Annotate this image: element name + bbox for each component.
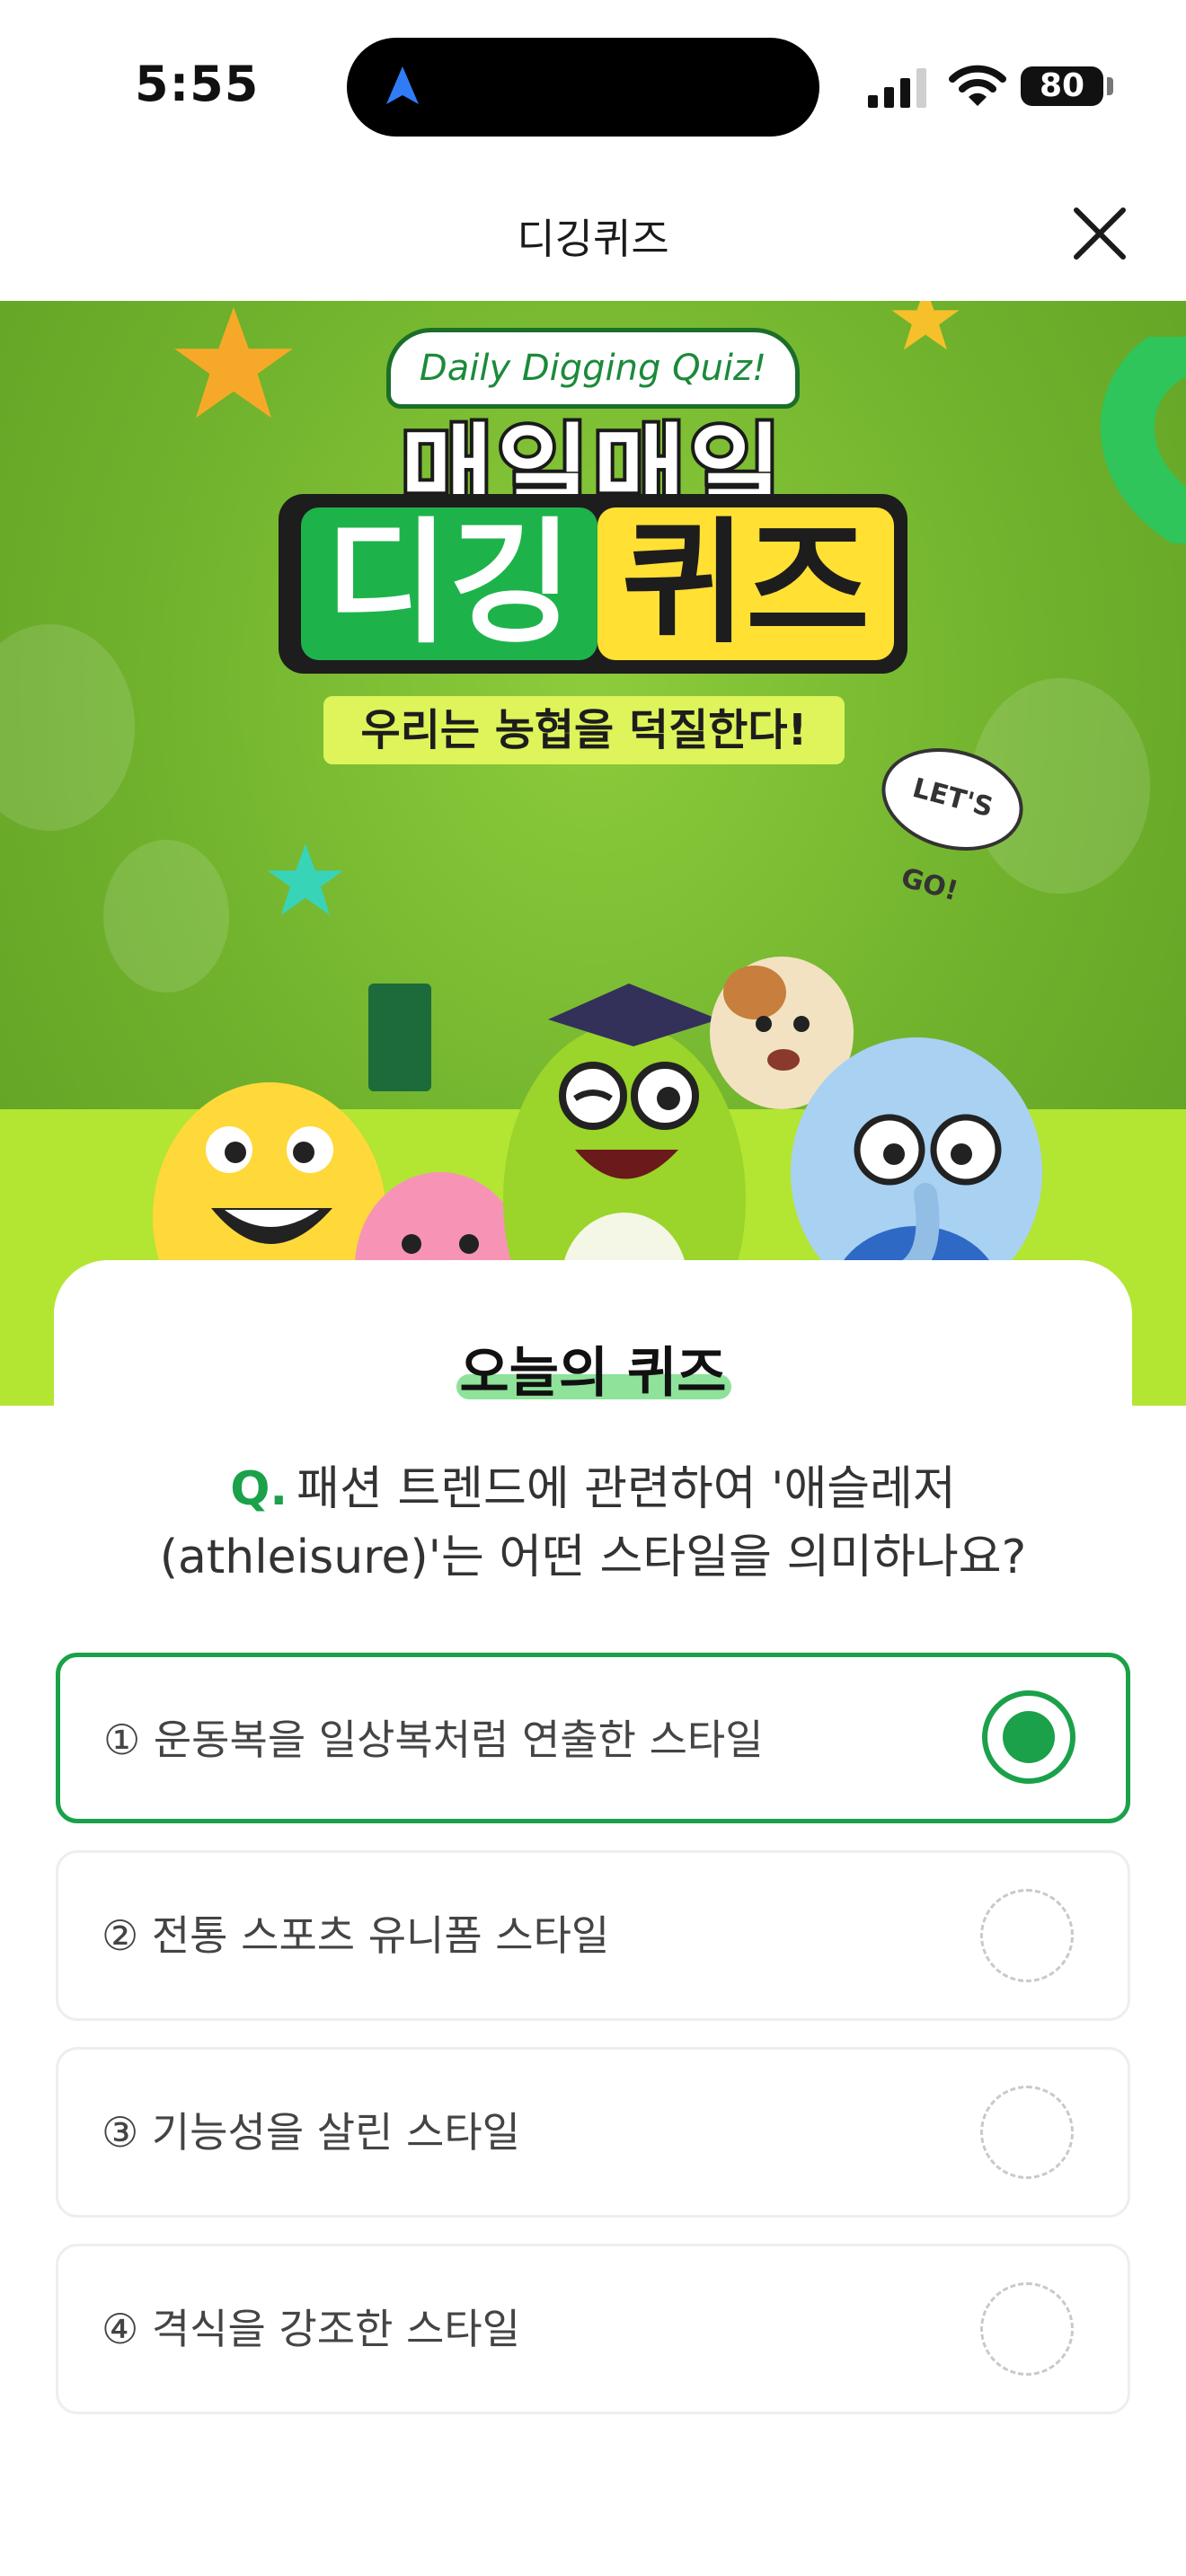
quiz-question: Q. 패션 트렌드에 관련하여 '애슬레저 (athleisure)'는 어떤 스…: [108, 1455, 1078, 1592]
answer-option-1[interactable]: ① 운동복을 일상복처럼 연출한 스타일: [56, 1653, 1130, 1823]
quiz-heading: 오늘의 퀴즈: [459, 1342, 727, 1405]
radio-selected-icon[interactable]: [982, 1690, 1075, 1784]
battery-indicator: 80: [1021, 66, 1103, 106]
app-header: 디깅퀴즈: [0, 171, 1186, 301]
wifi-icon: [949, 65, 1006, 106]
answer-option-2[interactable]: ② 전통 스포츠 유니폼 스타일: [56, 1850, 1130, 2021]
dynamic-island: [347, 38, 819, 137]
radio-unselected-icon[interactable]: [980, 1889, 1074, 1982]
quiz-screen: 5:55 80 디깅퀴즈 Daily Digging Quiz! 매일매일 디깅…: [0, 0, 1186, 2576]
status-bar: 5:55 80: [0, 0, 1186, 171]
answer-option-3[interactable]: ③ 기능성을 살린 스타일: [56, 2047, 1130, 2218]
answer-option-label: ③ 기능성을 살린 스타일: [102, 2108, 520, 2157]
radio-unselected-icon[interactable]: [980, 2086, 1074, 2179]
answer-option-4[interactable]: ④ 격식을 강조한 스타일: [56, 2244, 1130, 2414]
radio-unselected-icon[interactable]: [980, 2282, 1074, 2376]
battery-cap: [1107, 77, 1113, 95]
quiz-banner: Daily Digging Quiz! 매일매일 디깅 퀴즈 우리는 농협을 덕…: [0, 301, 1186, 1406]
banner-title-quiz: 퀴즈: [597, 507, 894, 660]
question-mark-label: Q.: [230, 1462, 288, 1516]
cellular-signal-icon: [868, 68, 926, 108]
balloon-decoration: [0, 624, 135, 831]
star-icon: [891, 301, 960, 350]
close-icon[interactable]: [1064, 198, 1136, 269]
radio-dot: [1003, 1711, 1055, 1763]
answer-option-label: ① 운동복을 일상복처럼 연출한 스타일: [103, 1716, 764, 1764]
status-time: 5:55: [135, 56, 260, 112]
star-icon: [267, 843, 344, 915]
answer-option-label: ② 전통 스포츠 유니폼 스타일: [102, 1911, 610, 1960]
banner-title-digging: 디깅: [301, 507, 597, 660]
location-arrow-icon: [386, 66, 419, 104]
question-text: 패션 트렌드에 관련하여 '애슬레저 (athleisure)'는 어떤 스타일…: [159, 1462, 1027, 1584]
banner-tagline: 우리는 농협을 덕질한다!: [323, 696, 845, 764]
answer-option-label: ④ 격식을 강조한 스타일: [102, 2305, 520, 2353]
page-title: 디깅퀴즈: [517, 215, 669, 263]
